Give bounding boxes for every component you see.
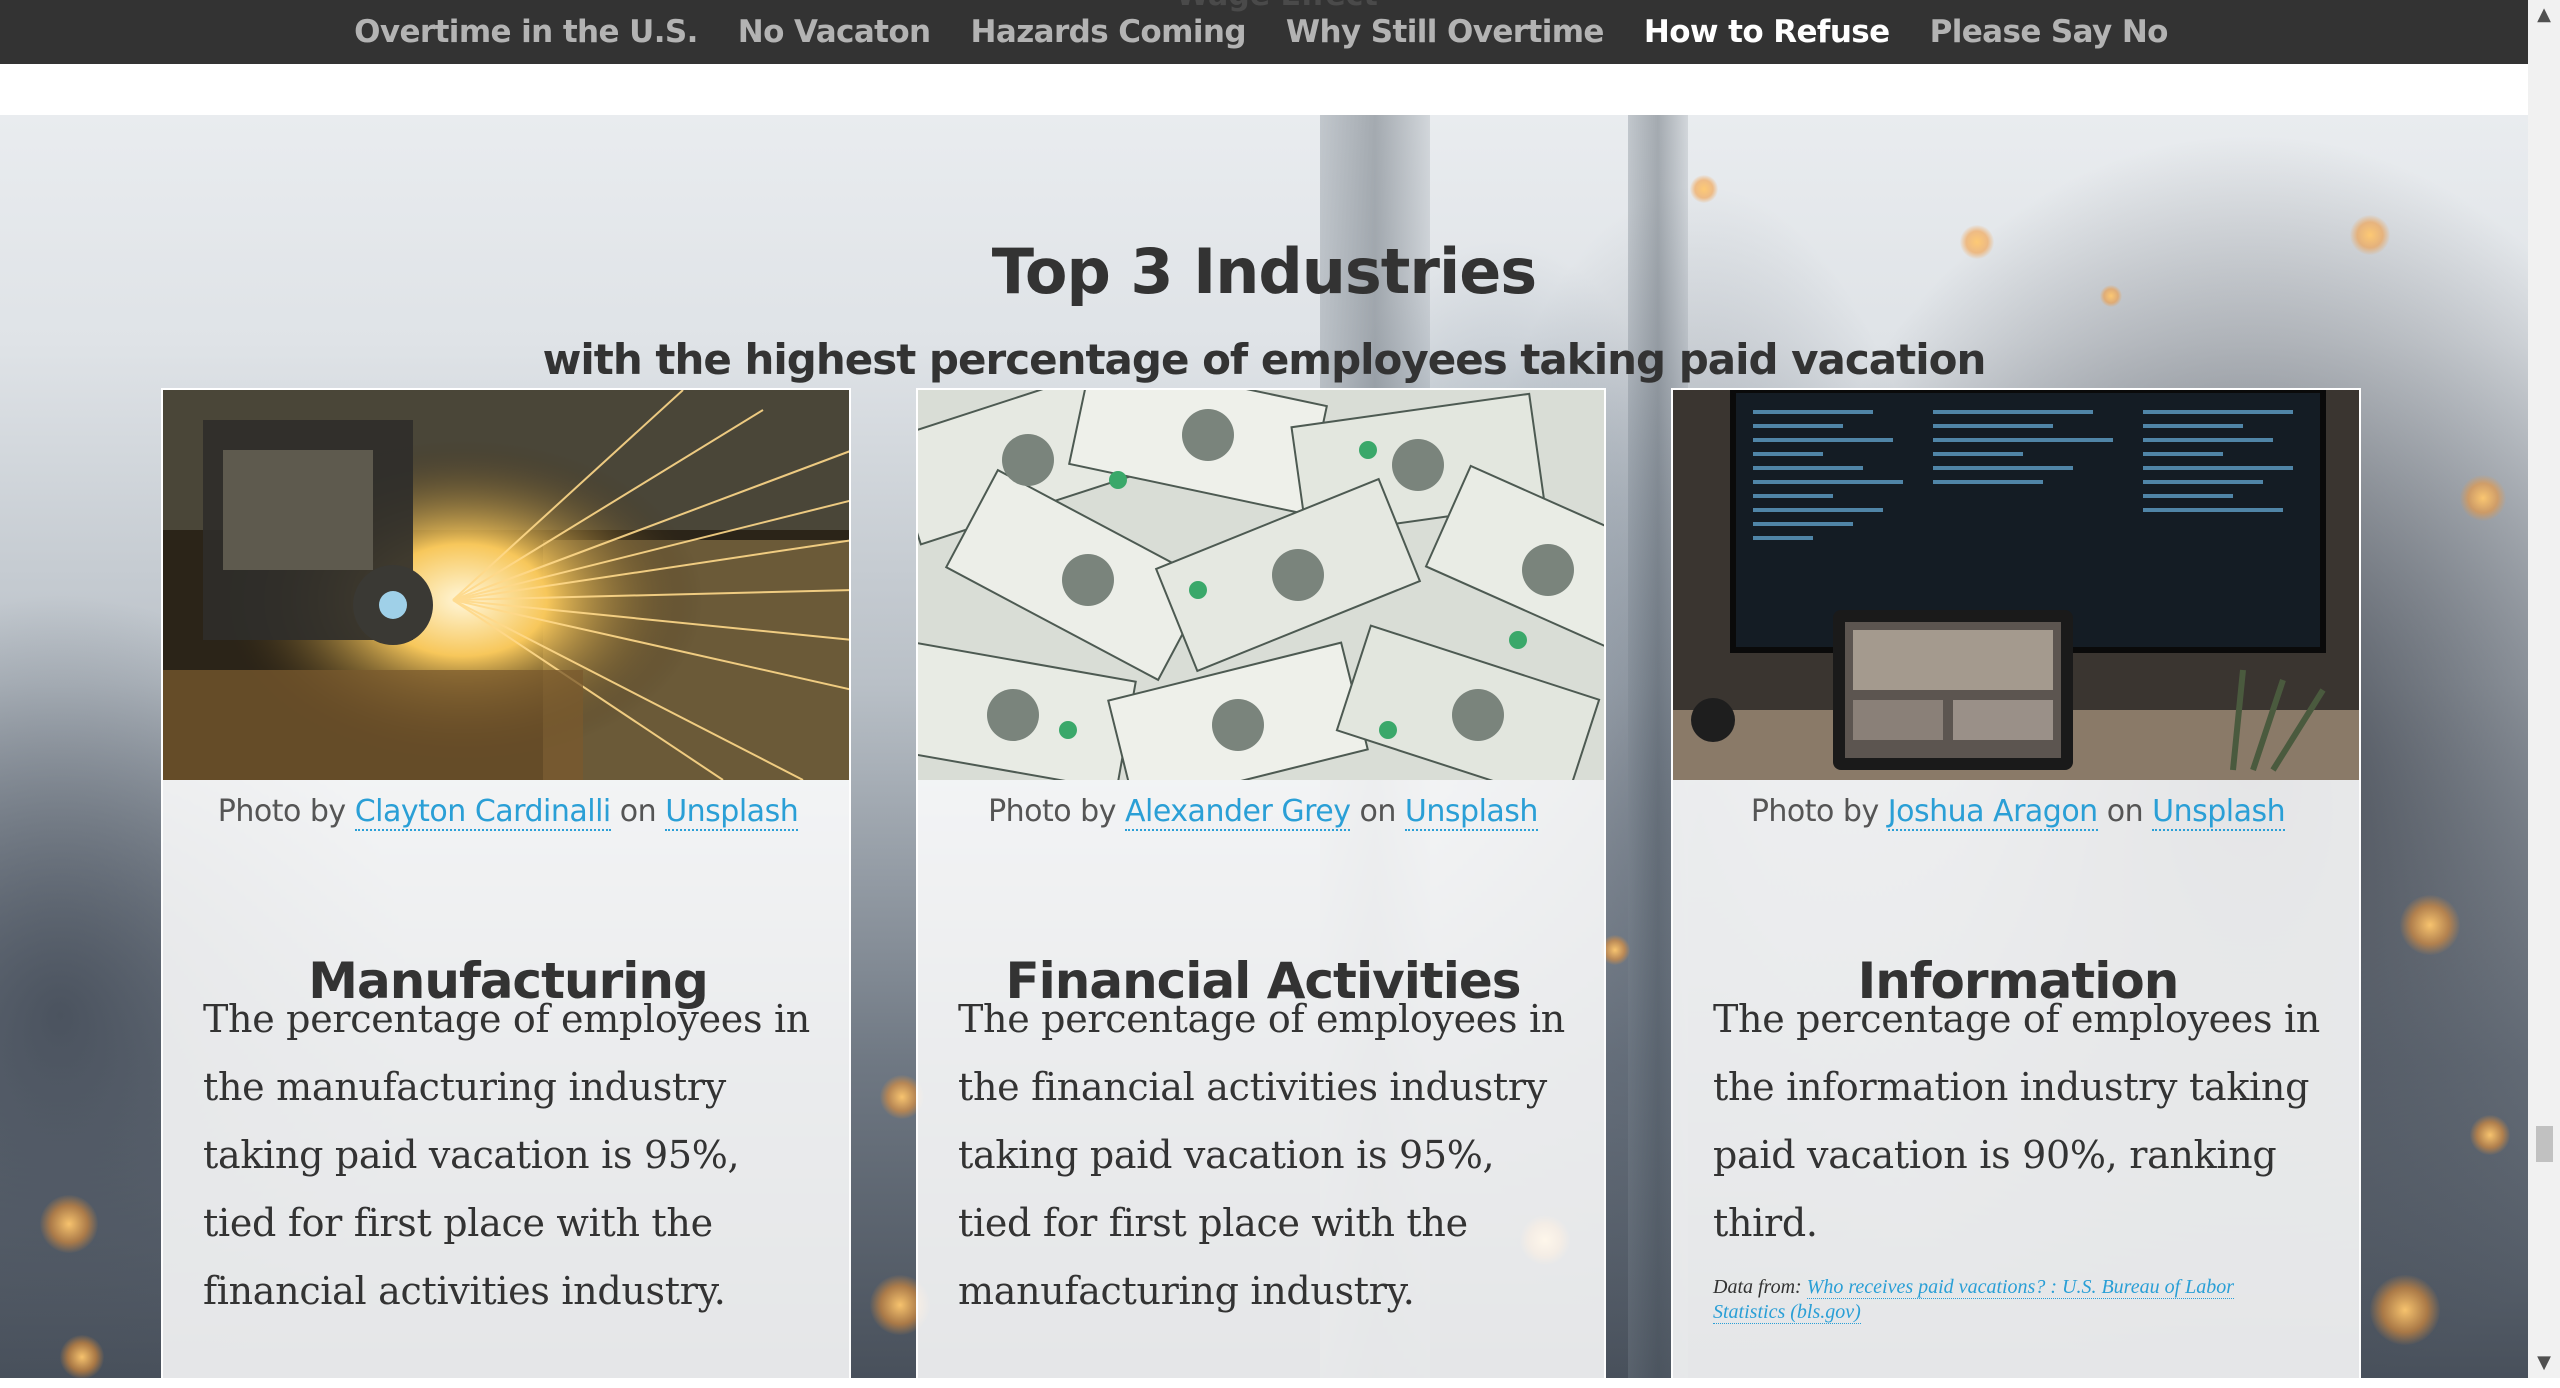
industry-description: The percentage of employees in the finan… (958, 997, 1565, 1313)
top-nav-bar: Wage Effect Overtime in the U.S. No Vaca… (0, 0, 2528, 64)
credit-prefix: Photo by (1750, 794, 1888, 829)
industry-card-financial-activities: Photo by Alexander Grey on Unsplash Fina… (916, 388, 1606, 1388)
industry-card-manufacturing: Photo by Clayton Cardinalli on Unsplash … (161, 388, 851, 1388)
computer-monitor-code-photo (1673, 390, 2359, 780)
scrollbar-thumb[interactable] (2536, 1126, 2553, 1162)
nav-link-no-vacation[interactable]: No Vacaton (738, 14, 931, 50)
photographer-link[interactable]: Joshua Aragon (1887, 794, 2098, 831)
credit-mid: on (610, 794, 666, 829)
section-title: Top 3 Industries (991, 234, 1537, 308)
industry-description: The percentage of employees in the manuf… (203, 997, 810, 1313)
data-source-note: Data from: Who receives paid vacations? … (1713, 1275, 2273, 1325)
section-divider (0, 64, 2528, 115)
unsplash-link[interactable]: Unsplash (665, 794, 799, 831)
background-spark (2370, 1275, 2440, 1345)
nav-link-please-say-no[interactable]: Please Say No (1930, 14, 2169, 50)
nav-link-why-still-overtime[interactable]: Why Still Overtime (1286, 14, 1605, 50)
nav-link-how-to-refuse[interactable]: How to Refuse (1644, 14, 1890, 50)
photo-credit: Photo by Joshua Aragon on Unsplash (1673, 794, 2359, 831)
industry-description: The percentage of employees in the infor… (1713, 997, 2320, 1245)
nav-links: Overtime in the U.S. No Vacaton Hazards … (0, 0, 2528, 64)
scroll-up-arrow-icon[interactable]: ▲ (2528, 0, 2560, 30)
credit-prefix: Photo by (988, 794, 1126, 829)
nav-link-hazards-coming[interactable]: Hazards Coming (971, 14, 1247, 50)
background-spark (40, 1195, 98, 1253)
credit-mid: on (1350, 794, 1405, 829)
background-spark (1690, 175, 1718, 203)
metal-grinding-sparks-photo (163, 390, 849, 780)
unsplash-link[interactable]: Unsplash (2152, 794, 2286, 831)
background-spark (60, 1335, 104, 1378)
industry-card-information: Photo by Joshua Aragon on Unsplash Infor… (1671, 388, 2361, 1388)
background-spark (2460, 475, 2506, 521)
unsplash-link[interactable]: Unsplash (1404, 794, 1538, 831)
photographer-link[interactable]: Clayton Cardinalli (354, 794, 611, 831)
section-subtitle: with the highest percentage of employees… (542, 334, 1987, 384)
vertical-scrollbar[interactable]: ▲ ▼ (2528, 0, 2560, 1378)
dollar-bills-photo (918, 390, 1604, 780)
photo-credit: Photo by Clayton Cardinalli on Unsplash (163, 794, 849, 831)
credit-mid: on (2097, 794, 2153, 829)
background-spark (2400, 895, 2460, 955)
source-label: Data from: (1713, 1276, 1807, 1298)
photographer-link[interactable]: Alexander Grey (1125, 794, 1351, 831)
credit-prefix: Photo by (217, 794, 355, 829)
nav-link-overtime-us[interactable]: Overtime in the U.S. (354, 14, 698, 50)
background-spark (2470, 1115, 2510, 1155)
scroll-down-arrow-icon[interactable]: ▼ (2528, 1348, 2560, 1378)
photo-credit: Photo by Alexander Grey on Unsplash (918, 794, 1604, 831)
